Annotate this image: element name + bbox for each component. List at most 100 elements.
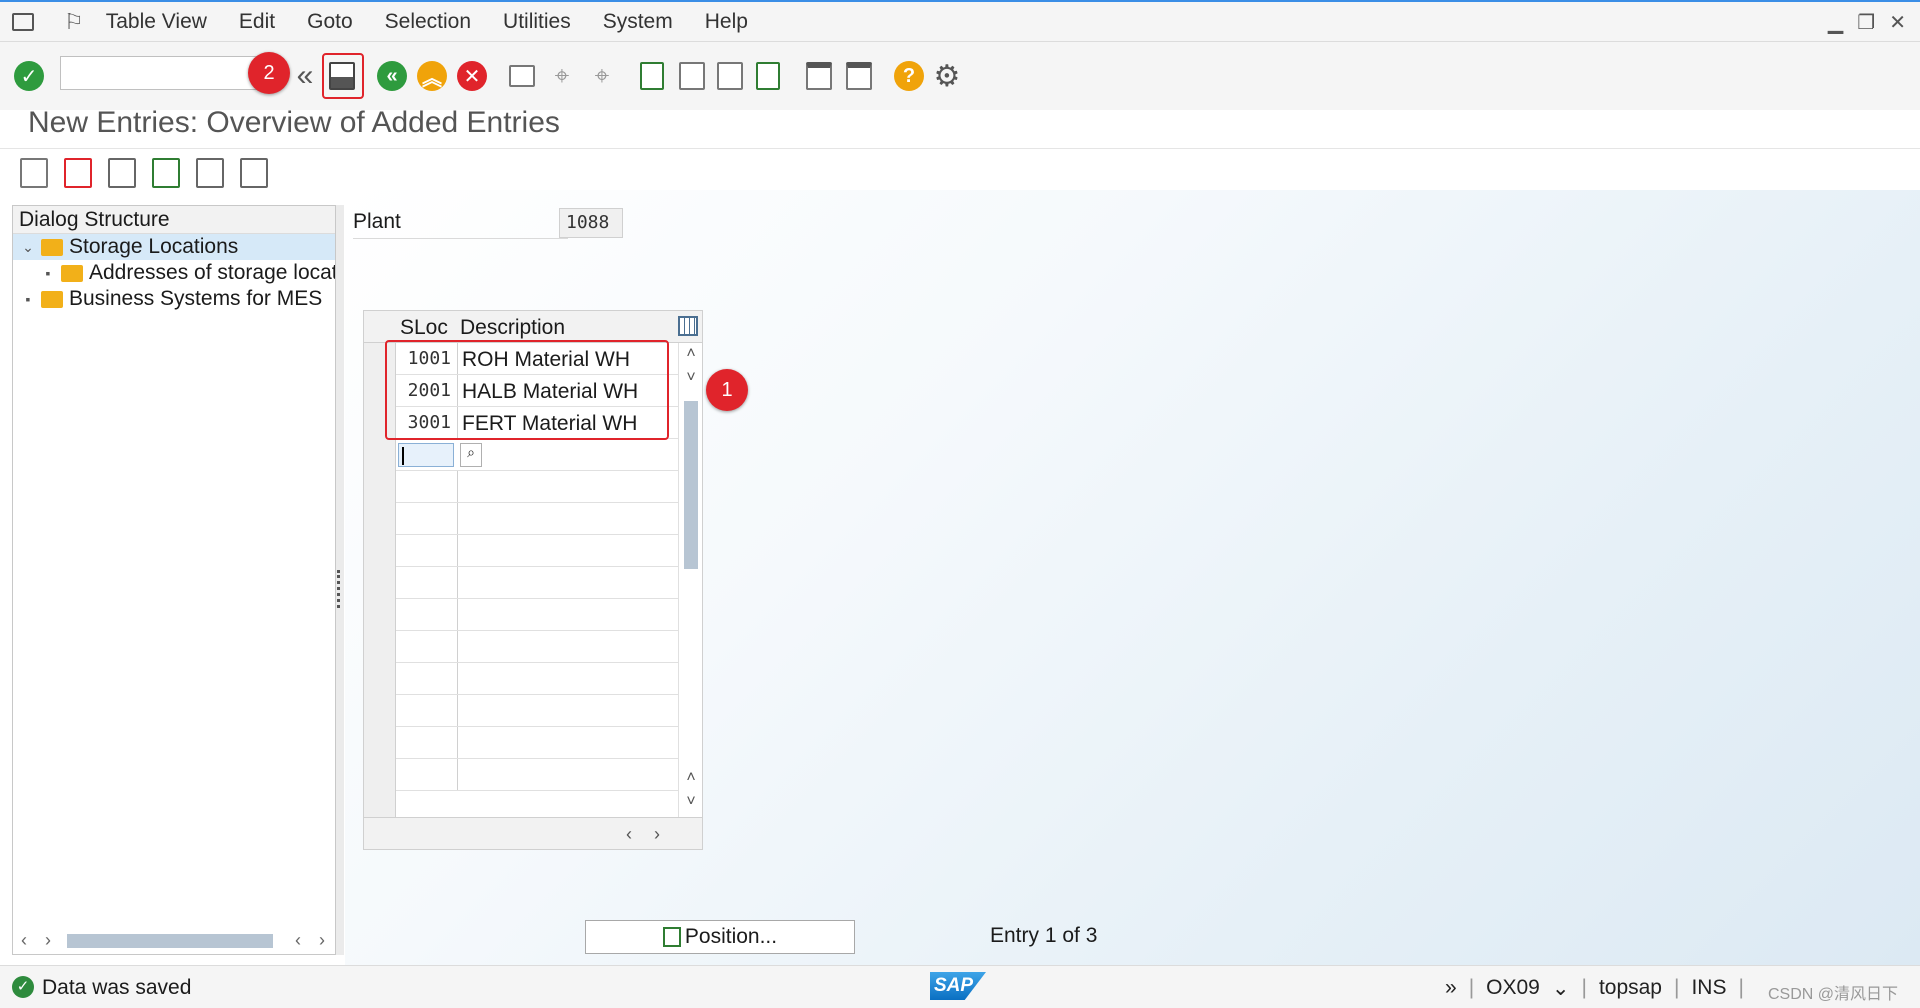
table-row-empty[interactable] — [396, 535, 680, 567]
empty-cell[interactable] — [396, 471, 458, 502]
tree-item-label: Storage Locations — [69, 235, 239, 258]
scroll-left-icon[interactable]: ‹ — [21, 930, 27, 951]
table-row-empty[interactable] — [396, 631, 680, 663]
scroll-left-icon[interactable]: ‹ — [626, 824, 632, 845]
table-row-empty[interactable] — [396, 759, 680, 791]
help-button[interactable]: ? — [892, 59, 926, 93]
status-message: Data was saved — [42, 976, 192, 999]
scroll-thumb[interactable] — [684, 401, 698, 569]
display-change-button[interactable] — [20, 158, 48, 188]
empty-cell[interactable] — [396, 599, 458, 630]
empty-cell[interactable] — [396, 503, 458, 534]
create-shortcut-button[interactable] — [802, 59, 836, 93]
menu-goto[interactable]: Goto — [307, 10, 353, 34]
tree-item-storage-locations[interactable]: ⌄ Storage Locations — [13, 234, 335, 260]
cancel-button[interactable]: ✕ — [455, 59, 489, 93]
table-settings-icon[interactable] — [678, 316, 698, 336]
table-row-empty[interactable] — [396, 695, 680, 727]
pane-splitter[interactable] — [336, 205, 344, 955]
splitter-grip[interactable] — [337, 570, 341, 608]
scroll-up-icon[interactable]: ˄ — [679, 345, 703, 363]
next-page-button[interactable] — [713, 59, 747, 93]
table-row-empty[interactable] — [396, 503, 680, 535]
position-button-label: Position... — [684, 925, 778, 948]
print-button[interactable] — [505, 59, 539, 93]
empty-cell[interactable] — [396, 535, 458, 566]
main-content: Plant 1088 SLoc Description 1001 ROH Mat… — [345, 190, 1920, 965]
window-controls: ▁ ❐ ✕ — [1828, 10, 1906, 35]
chevron-down-icon[interactable]: ⌄ — [1552, 976, 1570, 1001]
close-window-icon[interactable]: ✕ — [1889, 10, 1906, 35]
empty-cell[interactable] — [396, 631, 458, 662]
folder-icon — [61, 264, 83, 282]
scroll-left-icon[interactable]: ‹ — [295, 930, 301, 951]
transaction-code[interactable]: OX09 — [1486, 976, 1540, 1001]
cancel-icon: ✕ — [457, 61, 487, 91]
collapse-command-icon[interactable]: « — [288, 59, 322, 93]
sloc-input[interactable] — [398, 443, 454, 467]
expand-status-icon[interactable]: » — [1445, 976, 1457, 1001]
table-row-empty[interactable] — [396, 727, 680, 759]
select-all-button[interactable] — [108, 158, 136, 188]
tree-horizontal-scrollbar[interactable]: ‹ › ‹ › — [13, 926, 335, 954]
scroll-down-icon[interactable]: ˅ — [679, 369, 703, 387]
empty-cell[interactable] — [396, 567, 458, 598]
empty-cell[interactable] — [396, 663, 458, 694]
page-title: New Entries: Overview of Added Entries — [28, 106, 560, 139]
minimize-icon[interactable]: ▁ — [1828, 10, 1843, 35]
table-row-empty[interactable] — [396, 663, 680, 695]
previous-page-button[interactable] — [675, 59, 709, 93]
table-horizontal-scrollbar[interactable]: ‹ › — [364, 817, 702, 849]
table-row-empty[interactable] — [396, 599, 680, 631]
table-row-empty[interactable] — [396, 567, 680, 599]
success-icon: ✓ — [12, 976, 34, 998]
chevron-down-icon[interactable]: ⌄ — [21, 239, 35, 256]
last-page-button[interactable] — [751, 59, 785, 93]
find-button[interactable]: ⌖ — [545, 59, 579, 93]
column-header-description[interactable]: Description — [460, 316, 565, 340]
menu-table-view[interactable]: Table View — [106, 10, 207, 34]
column-header-sloc[interactable]: SLoc — [400, 316, 448, 340]
enter-button[interactable]: ✓ — [12, 59, 46, 93]
scroll-right-icon[interactable]: › — [45, 930, 51, 951]
next-page-icon — [717, 62, 743, 90]
menu-utilities[interactable]: Utilities — [503, 10, 571, 34]
scroll-down-icon[interactable]: ˅ — [679, 793, 703, 811]
table-row-new-entry[interactable]: ⌕ — [396, 439, 680, 471]
change-log-button[interactable] — [240, 158, 268, 188]
empty-cell[interactable] — [396, 759, 458, 790]
table-row-empty[interactable] — [396, 471, 680, 503]
menu-system[interactable]: System — [603, 10, 673, 34]
pin-icon[interactable]: ⚐ — [64, 9, 84, 35]
system-menu-icon[interactable] — [12, 12, 34, 31]
empty-cell[interactable] — [396, 695, 458, 726]
scroll-right-icon[interactable]: › — [654, 824, 660, 845]
menu-help[interactable]: Help — [705, 10, 748, 34]
menu-selection[interactable]: Selection — [385, 10, 471, 34]
menu-edit[interactable]: Edit — [239, 10, 275, 34]
find-next-button[interactable]: ⌖ — [585, 59, 619, 93]
settings-button[interactable]: ⚙ — [930, 59, 964, 93]
empty-cell[interactable] — [396, 727, 458, 758]
position-button[interactable]: Position... — [585, 920, 855, 954]
scroll-right-icon[interactable]: › — [319, 930, 325, 951]
first-page-button[interactable] — [635, 59, 669, 93]
back-button[interactable]: « — [375, 59, 409, 93]
exit-icon: ︽ — [417, 61, 447, 91]
tree-item-storage-addresses[interactable]: ▪ Addresses of storage locati — [13, 260, 335, 286]
exit-button[interactable]: ︽ — [415, 59, 449, 93]
scroll-thumb[interactable] — [67, 934, 273, 948]
insert-mode[interactable]: INS — [1691, 976, 1726, 1001]
tree-item-business-systems[interactable]: ▪ Business Systems for MES — [13, 286, 335, 312]
restore-icon[interactable]: ❐ — [1857, 10, 1875, 35]
new-session-button[interactable] — [842, 59, 876, 93]
value-help-icon[interactable]: ⌕ — [460, 443, 482, 467]
select-block-button[interactable] — [152, 158, 180, 188]
table-vertical-scrollbar[interactable]: ˄ ˅ ˄ ˅ — [678, 343, 702, 819]
folder-open-icon — [41, 238, 63, 256]
command-field[interactable] — [60, 56, 270, 90]
delete-button[interactable] — [64, 158, 92, 188]
deselect-all-button[interactable] — [196, 158, 224, 188]
scroll-up-icon[interactable]: ˄ — [679, 769, 703, 787]
back-icon: « — [377, 61, 407, 91]
